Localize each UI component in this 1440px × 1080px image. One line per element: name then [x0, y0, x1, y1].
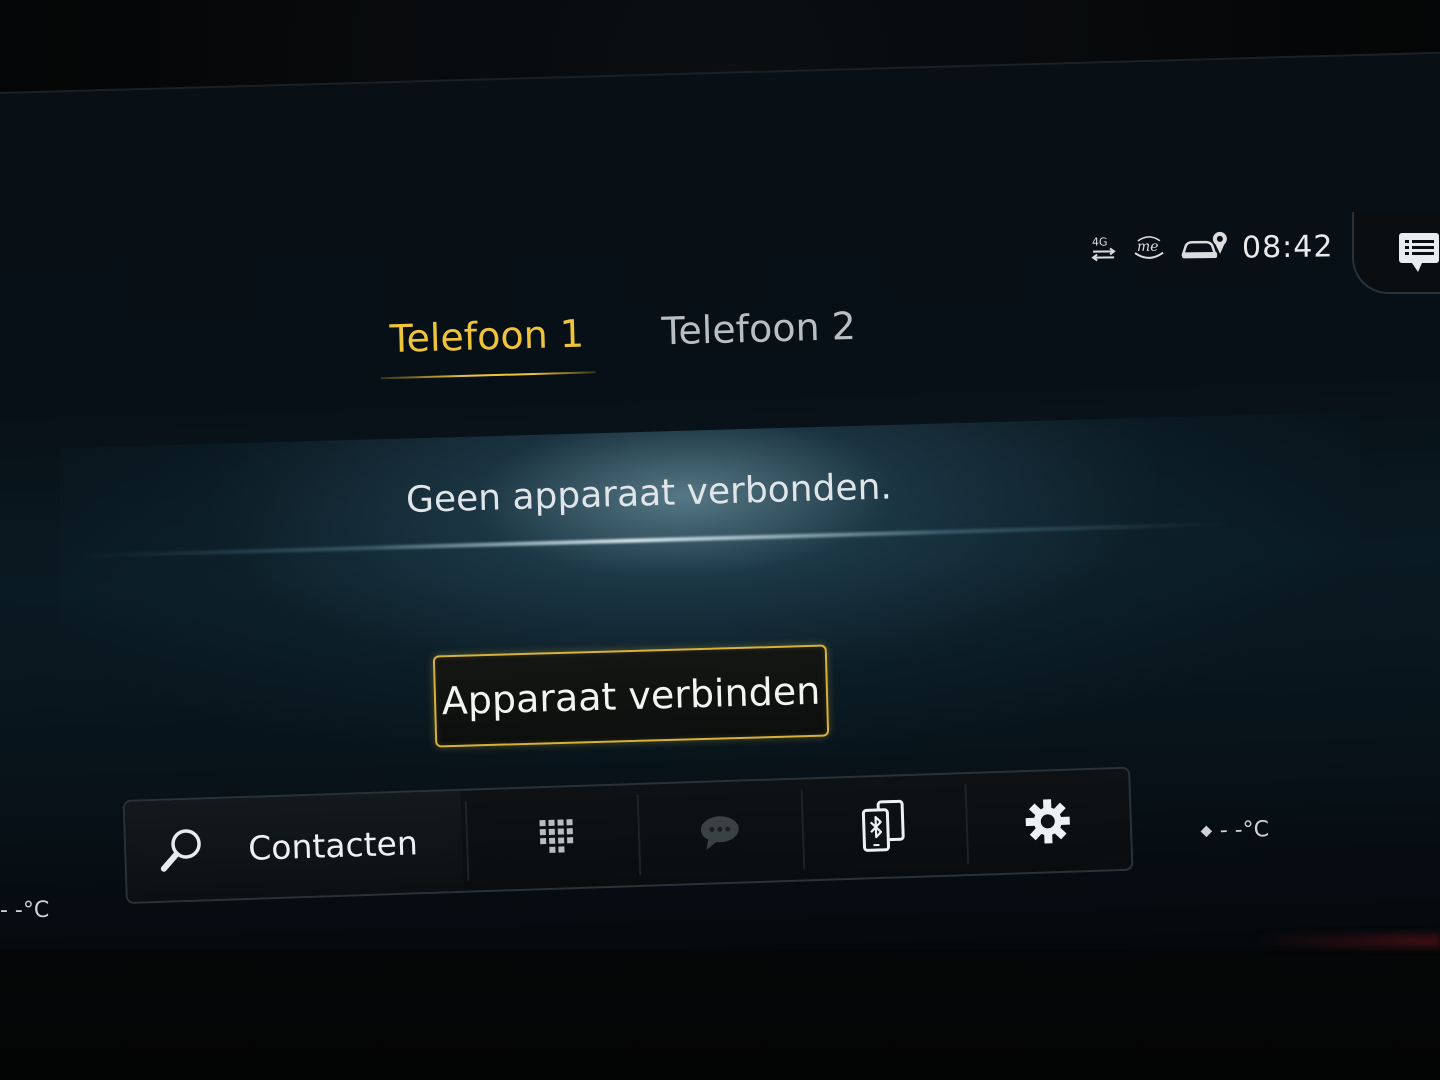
car-location-icon: [1180, 229, 1229, 267]
left-temperature[interactable]: - -°C: [0, 898, 49, 923]
temperature-arrows-icon: ⯁: [1199, 822, 1214, 842]
phone-tabs: Telefoon 1 Telefoon 2: [379, 293, 901, 397]
messages-icon: [700, 816, 739, 850]
contacts-label: Contacten: [247, 822, 419, 868]
connect-device-button[interactable]: Apparaat verbinden: [432, 644, 830, 748]
tab-telefoon-1[interactable]: Telefoon 1: [389, 312, 584, 361]
status-bar: 4G me 08:42: [1090, 226, 1334, 269]
tab-telefoon-2[interactable]: Telefoon 2: [661, 304, 856, 353]
dock-divider: [464, 800, 470, 881]
svg-text:me: me: [1137, 238, 1159, 254]
settings-icon: [1025, 799, 1070, 844]
network-4g-icon: 4G: [1090, 233, 1118, 266]
right-temperature-value: - -°C: [1219, 817, 1270, 844]
phone-bluetooth-icon: [861, 799, 905, 852]
ambient-red-accent: [1250, 935, 1440, 947]
messages-button[interactable]: [638, 780, 801, 885]
search-icon: [160, 829, 201, 872]
clock: 08:42: [1241, 228, 1334, 266]
keypad-button[interactable]: [474, 785, 637, 890]
contacts-search-button[interactable]: Contacten: [124, 790, 464, 902]
active-tab-underline: [380, 371, 596, 380]
svg-text:4G: 4G: [1092, 235, 1108, 248]
keypad-icon: [539, 819, 574, 853]
bluetooth-phone-button[interactable]: [802, 774, 965, 879]
notification-list-icon[interactable]: [1398, 232, 1439, 272]
mercedes-me-icon: me: [1132, 232, 1166, 265]
right-temperature[interactable]: ⯁ - -°C: [1200, 817, 1270, 844]
bottom-trim: [0, 950, 1440, 1080]
settings-button[interactable]: [966, 769, 1129, 874]
